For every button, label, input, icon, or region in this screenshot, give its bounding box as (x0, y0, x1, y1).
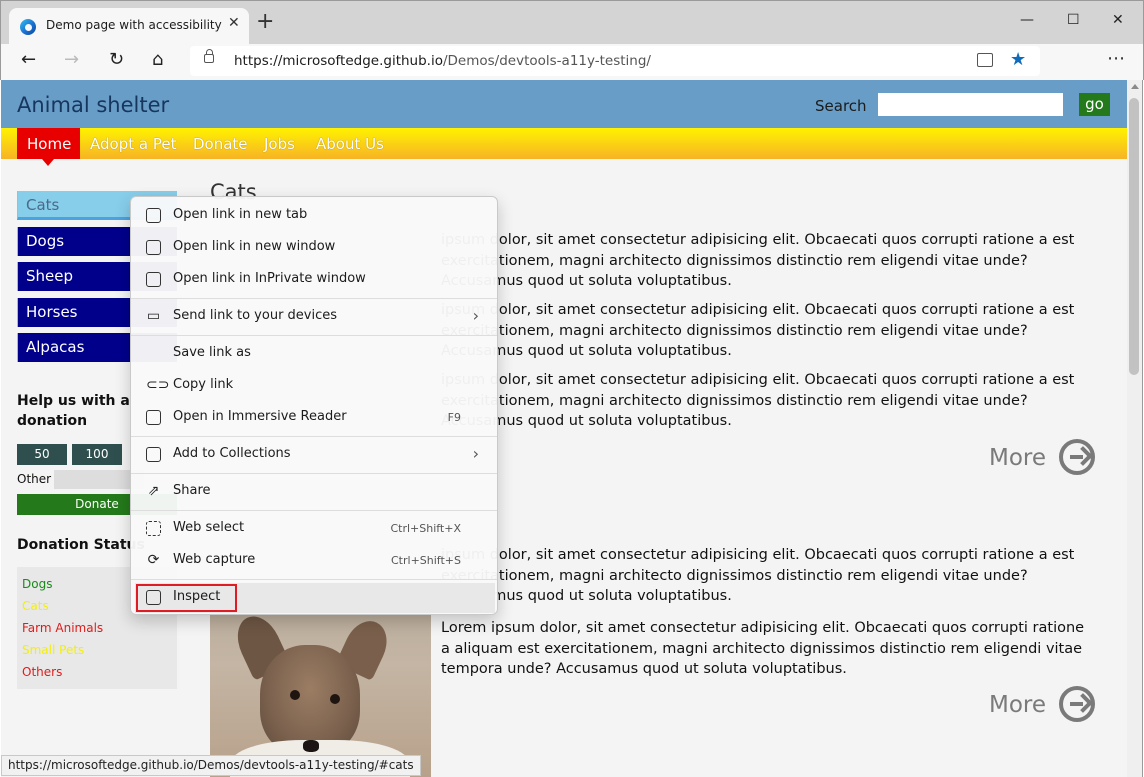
paragraph: ipsum dolor, sit amet consectetur adipis… (441, 547, 1075, 604)
donation-heading: Help us with a donation (17, 393, 130, 429)
status-bar-url: https://microsoftedge.github.io/Demos/de… (1, 755, 421, 776)
status-item-cats: Cats (22, 599, 49, 613)
arrow-right-circle-icon[interactable] (1059, 686, 1095, 722)
forward-button[interactable]: → (64, 49, 79, 70)
scroll-thumb[interactable] (1129, 98, 1139, 375)
collections-icon (146, 447, 161, 462)
donation-status-heading: Donation Status (17, 537, 145, 553)
close-window-button[interactable]: ✕ (1112, 12, 1124, 28)
more-link[interactable]: More (989, 445, 1046, 471)
amount-100-button[interactable]: 100 (72, 444, 122, 465)
vertical-scrollbar[interactable] (1127, 80, 1143, 777)
minimize-button[interactable]: — (1020, 12, 1034, 28)
new-tab-icon (146, 208, 161, 223)
amount-50-button[interactable]: 50 (17, 444, 67, 465)
tab-close-icon[interactable]: ✕ (228, 15, 240, 31)
status-item-small-pets: Small Pets (22, 643, 85, 657)
menu-separator (131, 579, 497, 580)
menu-item-immersive-reader[interactable]: Open in Immersive Reader F9 (135, 403, 495, 433)
devices-icon: ▭ (146, 308, 161, 324)
lock-icon[interactable] (204, 49, 214, 63)
paragraph: ipsum dolor, sit amet consectetur adipis… (441, 302, 1075, 359)
maximize-button[interactable]: ☐ (1067, 12, 1080, 28)
menu-item-open-link-new-window[interactable]: Open link in new window (135, 233, 495, 263)
nav-donate[interactable]: Donate (193, 135, 248, 153)
new-tab-button[interactable]: + (256, 11, 274, 33)
share-icon: ⇗ (147, 483, 160, 499)
paragraph: ipsum dolor, sit amet consectetur adipis… (441, 232, 1075, 289)
url-text[interactable]: https://microsoftedge.github.io/Demos/de… (234, 53, 651, 69)
menu-item-share[interactable]: ⇗ Share (135, 477, 495, 507)
title-bar: Demo page with accessibility issues ✕ + … (0, 0, 1144, 45)
home-button[interactable]: ⌂ (152, 49, 163, 70)
search-label: Search (815, 97, 867, 115)
web-capture-icon: ⟳ (147, 552, 160, 568)
nav-jobs[interactable]: Jobs (264, 135, 295, 153)
web-select-icon (146, 521, 161, 536)
inprivate-icon (146, 272, 161, 287)
browser-toolbar: ← → ↻ ⌂ https://microsoftedge.github.io/… (0, 44, 1144, 80)
immersive-reader-icon[interactable] (977, 53, 993, 67)
settings-more-icon[interactable]: ⋯ (1107, 48, 1125, 69)
refresh-button[interactable]: ↻ (109, 49, 124, 70)
immersive-reader-icon (146, 410, 161, 425)
menu-item-web-capture[interactable]: ⟳ Web capture Ctrl+Shift+S (135, 546, 495, 576)
other-label: Other (17, 472, 52, 486)
menu-separator (131, 335, 497, 336)
go-button[interactable]: go (1079, 93, 1110, 116)
address-bar[interactable]: https://microsoftedge.github.io/Demos/de… (190, 46, 1040, 76)
menu-item-open-link-new-tab[interactable]: Open link in new tab (135, 201, 495, 231)
menu-separator (131, 298, 497, 299)
back-button[interactable]: ← (21, 49, 36, 70)
paragraph: ipsum dolor, sit amet consectetur adipis… (441, 372, 1075, 429)
menu-item-send-link[interactable]: ▭ Send link to your devices › (135, 302, 495, 332)
link-icon: ⊂⊃ (146, 377, 170, 393)
browser-tab[interactable]: Demo page with accessibility issues ✕ (9, 8, 249, 45)
site-nav: Home Adopt a Pet Donate Jobs About Us (1, 128, 1127, 166)
status-item-farm-animals: Farm Animals (22, 621, 104, 635)
new-window-icon (146, 240, 161, 255)
nav-home[interactable]: Home (17, 128, 80, 166)
nav-adopt-a-pet[interactable]: Adopt a Pet (90, 135, 176, 153)
edge-favicon-icon (20, 19, 36, 35)
tab-title: Demo page with accessibility issues (46, 18, 222, 32)
inspect-highlight-box (136, 584, 237, 612)
menu-item-add-to-collections[interactable]: Add to Collections › (135, 440, 495, 470)
menu-item-copy-link[interactable]: ⊂⊃ Copy link (135, 371, 495, 401)
menu-item-web-select[interactable]: Web select Ctrl+Shift+X (135, 514, 495, 544)
menu-separator (131, 473, 497, 474)
menu-item-open-link-inprivate[interactable]: Open link in InPrivate window (135, 265, 495, 295)
chevron-right-icon: › (472, 306, 479, 325)
site-title: Animal shelter (17, 93, 170, 117)
scroll-up-icon[interactable] (1131, 84, 1139, 89)
menu-item-save-link-as[interactable]: Save link as (135, 339, 495, 369)
context-menu: Open link in new tab Open link in new wi… (130, 196, 498, 615)
nav-about-us[interactable]: About Us (316, 135, 384, 153)
paragraph: Lorem ipsum dolor, sit amet consectetur … (441, 620, 1085, 677)
status-item-dogs: Dogs (22, 577, 53, 591)
status-item-others: Others (22, 665, 63, 679)
more-link[interactable]: More (989, 692, 1046, 718)
menu-separator (131, 510, 497, 511)
dog-photo (210, 590, 431, 777)
site-header: Animal shelter Search go (1, 80, 1127, 128)
search-input[interactable] (878, 93, 1063, 116)
chevron-right-icon: › (472, 444, 479, 463)
favorite-star-icon[interactable]: ★ (1010, 49, 1026, 70)
arrow-right-circle-icon[interactable] (1059, 439, 1095, 475)
menu-separator (131, 436, 497, 437)
